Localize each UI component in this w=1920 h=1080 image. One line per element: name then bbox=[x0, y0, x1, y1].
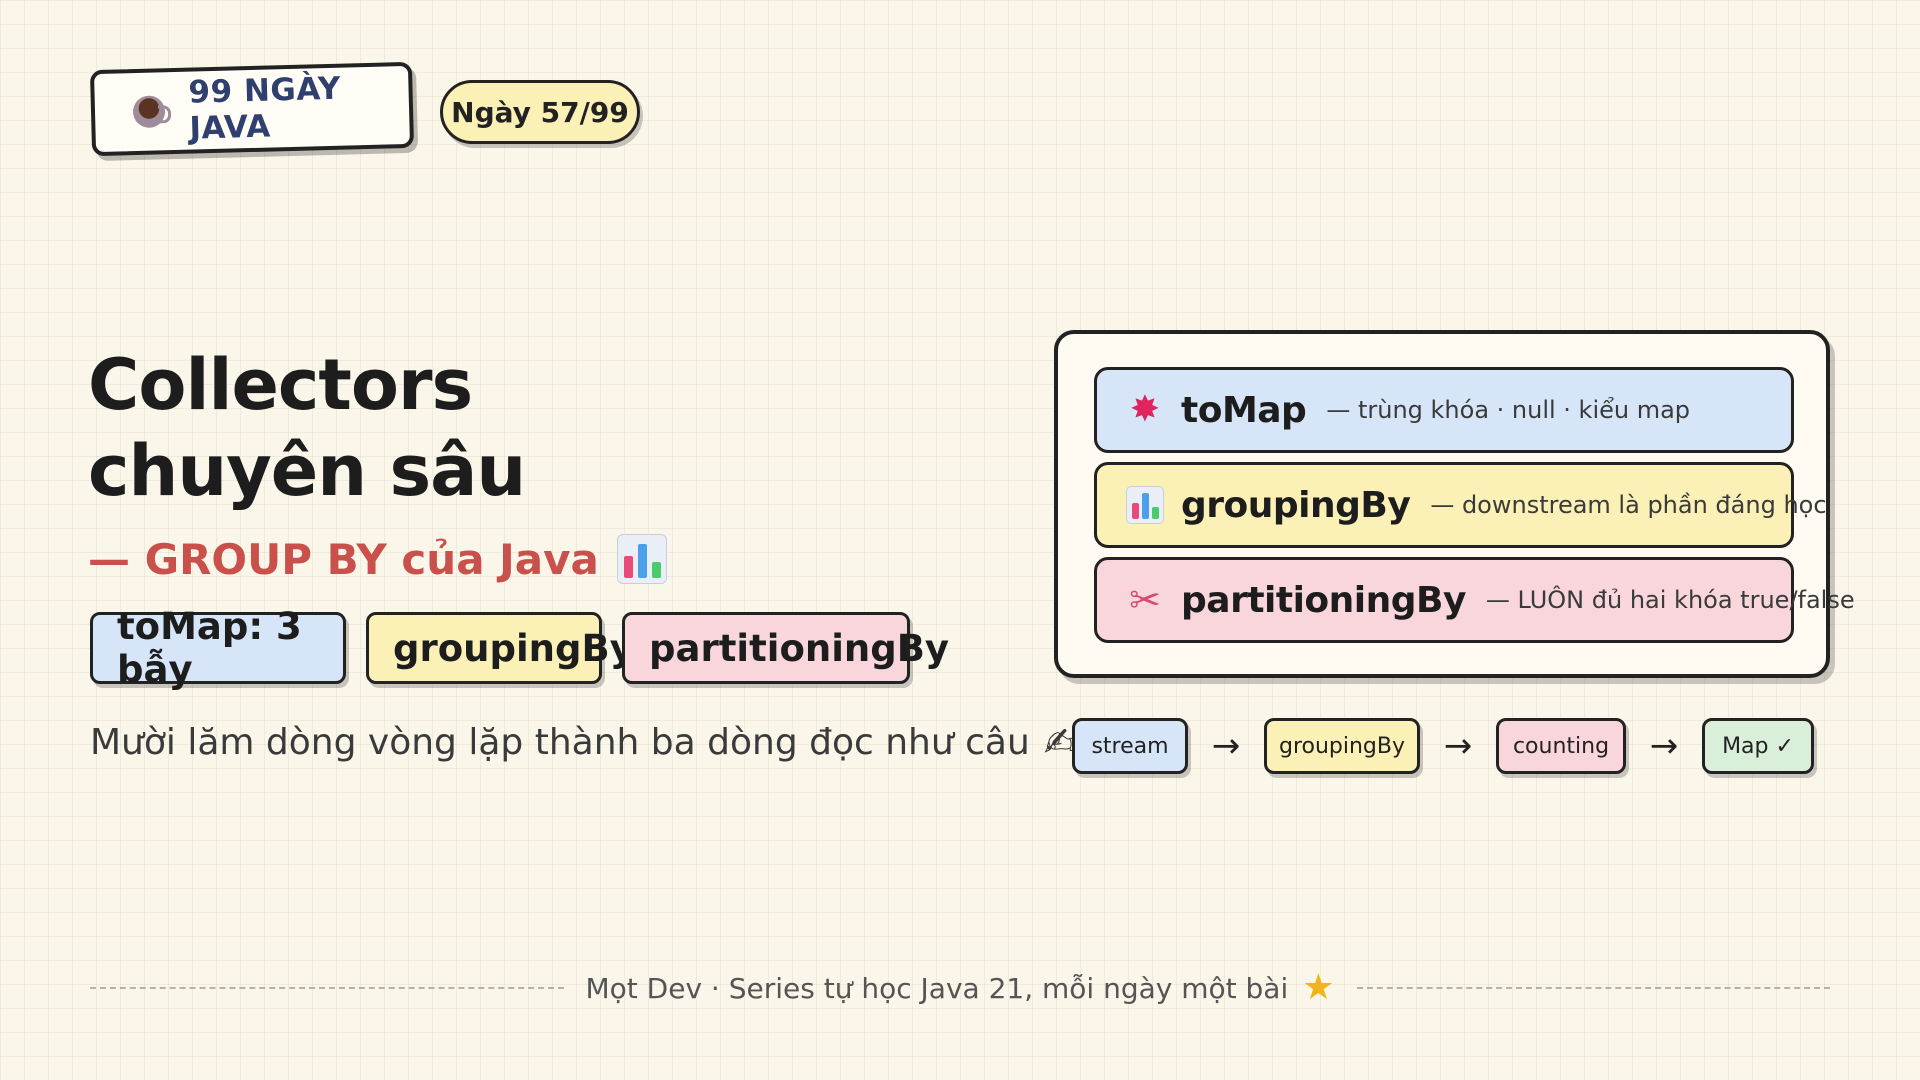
tagline: Mười lăm dòng vòng lặp thành ba dòng đọc… bbox=[90, 722, 1077, 763]
pipeline-step-stream: stream bbox=[1072, 718, 1188, 774]
series-badge: 99 NGÀY JAVA bbox=[89, 61, 415, 157]
series-title: 99 NGÀY JAVA bbox=[188, 70, 342, 147]
page-title-line-2: chuyên sâu bbox=[88, 430, 526, 512]
arrow-icon: → bbox=[1211, 726, 1241, 766]
card-tomap: ✸ toMap — trùng khóa · null · kiểu map bbox=[1094, 367, 1794, 453]
card-desc: — trùng khóa · null · kiểu map bbox=[1326, 396, 1691, 424]
pipeline-step-counting: counting bbox=[1496, 718, 1626, 774]
card-title: toMap bbox=[1181, 389, 1307, 431]
card-title: groupingBy bbox=[1181, 484, 1411, 526]
pipeline-step-map: Map ✓ bbox=[1702, 718, 1814, 774]
tagline-text: Mười lăm dòng vòng lặp thành ba dòng đọc… bbox=[90, 722, 1030, 763]
card-desc: — LUÔN đủ hai khóa true/false bbox=[1485, 586, 1855, 614]
bar-chart-icon bbox=[1125, 485, 1165, 525]
arrow-icon: → bbox=[1443, 726, 1473, 766]
tag-partitioningby: partitioningBy bbox=[622, 612, 949, 684]
star-icon: ★ bbox=[1302, 967, 1335, 1008]
footer-divider-left bbox=[90, 987, 564, 989]
burst-icon: ✸ bbox=[1129, 389, 1161, 430]
footer-divider-right bbox=[1356, 987, 1831, 989]
card-desc: — downstream là phần đáng học bbox=[1430, 491, 1827, 519]
topic-tags: toMap: 3 bẫy groupingBy partitioningBy bbox=[90, 605, 949, 691]
bar-chart-icon bbox=[616, 534, 667, 584]
tag-groupingby: groupingBy bbox=[366, 612, 634, 684]
footer-text-group: Mọt Dev · Series tự học Java 21, mỗi ngà… bbox=[564, 970, 1357, 1006]
footer: Mọt Dev · Series tự học Java 21, mỗi ngà… bbox=[90, 960, 1831, 1016]
pipeline-step-groupingby: groupingBy bbox=[1264, 718, 1420, 774]
footer-text: Mọt Dev · Series tự học Java 21, mỗi ngà… bbox=[585, 971, 1289, 1005]
tag-tomap: toMap: 3 bẫy bbox=[90, 605, 346, 691]
coffee-icon bbox=[131, 91, 172, 132]
subtitle-text: — GROUP BY của Java bbox=[88, 534, 599, 584]
arrow-icon: → bbox=[1649, 726, 1679, 766]
scissors-icon: ✂ bbox=[1129, 578, 1161, 622]
day-badge: Ngày 57/99 bbox=[440, 80, 640, 144]
page-title-line-1: Collectors bbox=[88, 344, 473, 426]
card-title: partitioningBy bbox=[1181, 579, 1466, 621]
card-groupingby: groupingBy — downstream là phần đáng học bbox=[1094, 462, 1827, 548]
card-partitioningby: ✂ partitioningBy — LUÔN đủ hai khóa true… bbox=[1094, 557, 1855, 643]
collectors-panel: ✸ toMap — trùng khóa · null · kiểu map g… bbox=[1054, 330, 1855, 678]
subtitle: — GROUP BY của Java bbox=[88, 534, 667, 584]
pipeline: stream → groupingBy → counting → Map ✓ bbox=[1072, 718, 1814, 774]
